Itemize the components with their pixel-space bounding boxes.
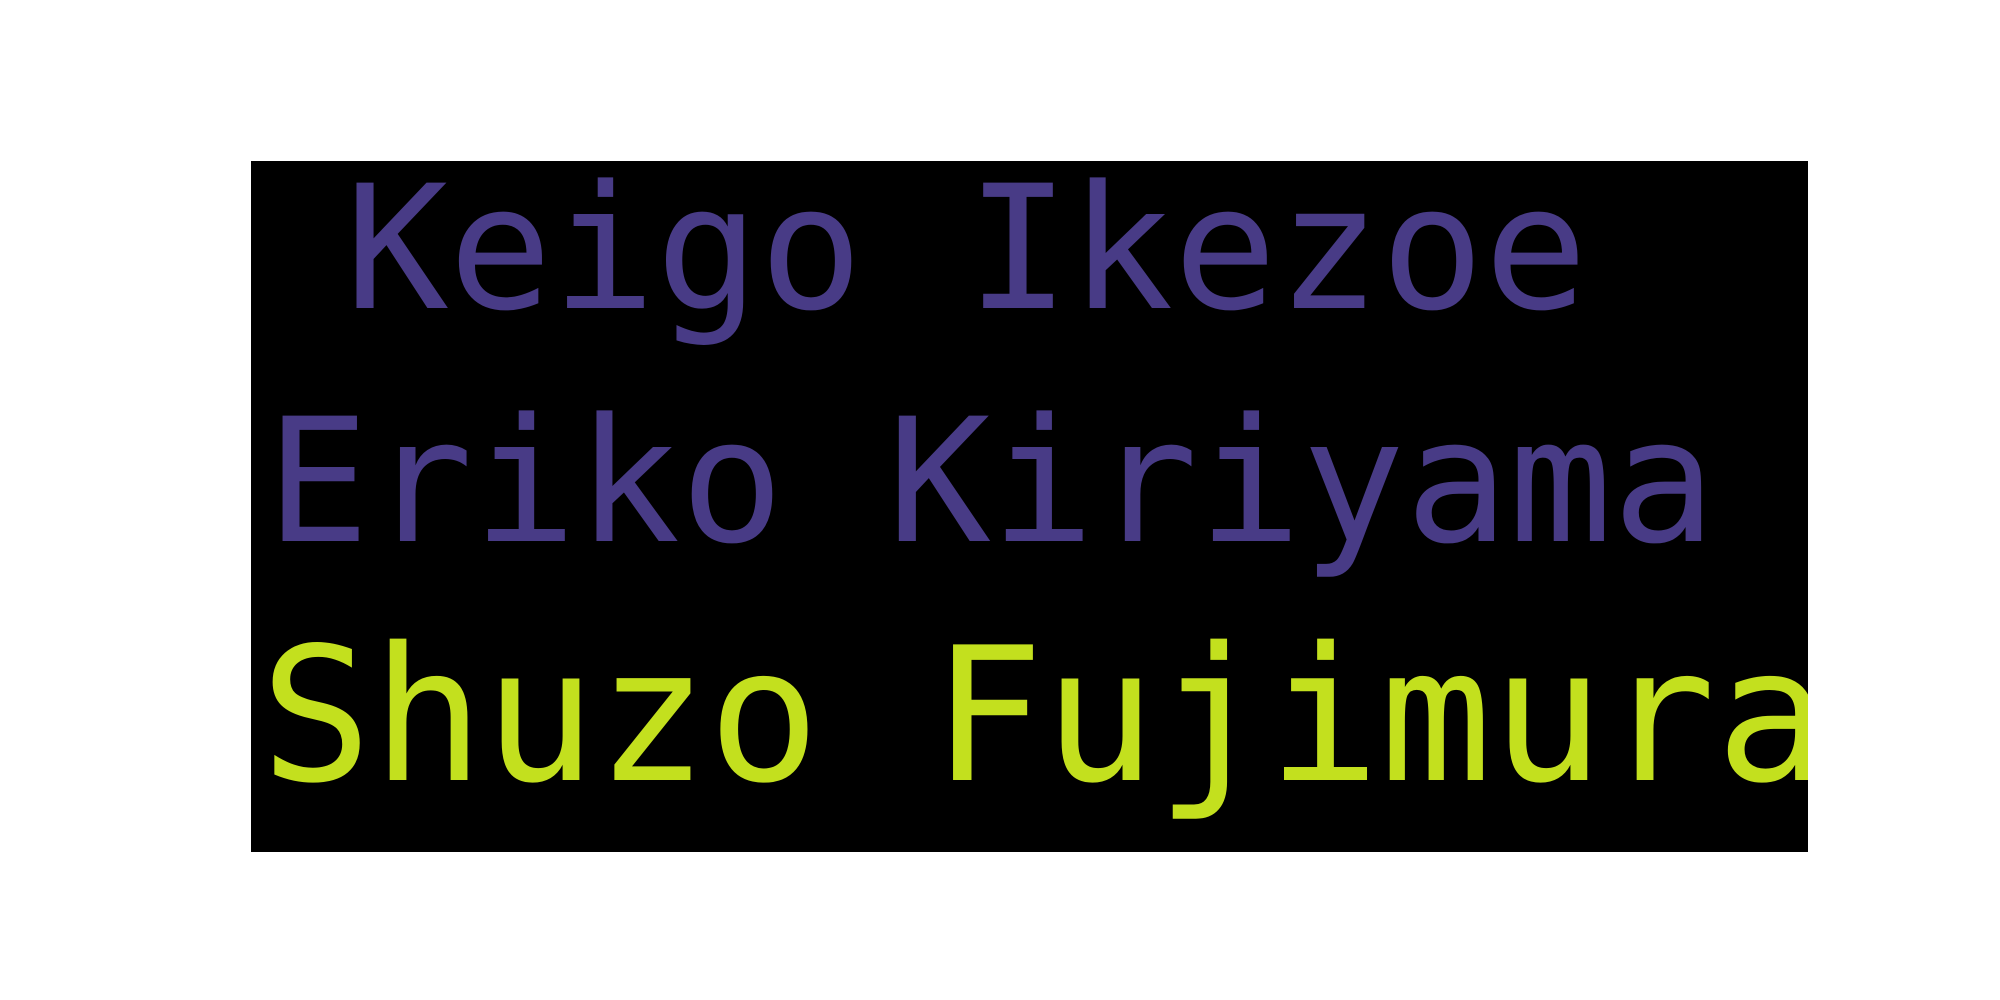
word-keigo-ikezoe: Keigo Ikezoe [345, 161, 1588, 349]
word-eriko-kiriyama: Eriko Kiriyama [266, 381, 1716, 582]
word-shuzo-fujimura: Shuzo Fujimura [260, 607, 1808, 824]
word-cloud: Keigo Ikezoe Eriko Kiriyama Shuzo Fujimu… [251, 161, 1808, 852]
